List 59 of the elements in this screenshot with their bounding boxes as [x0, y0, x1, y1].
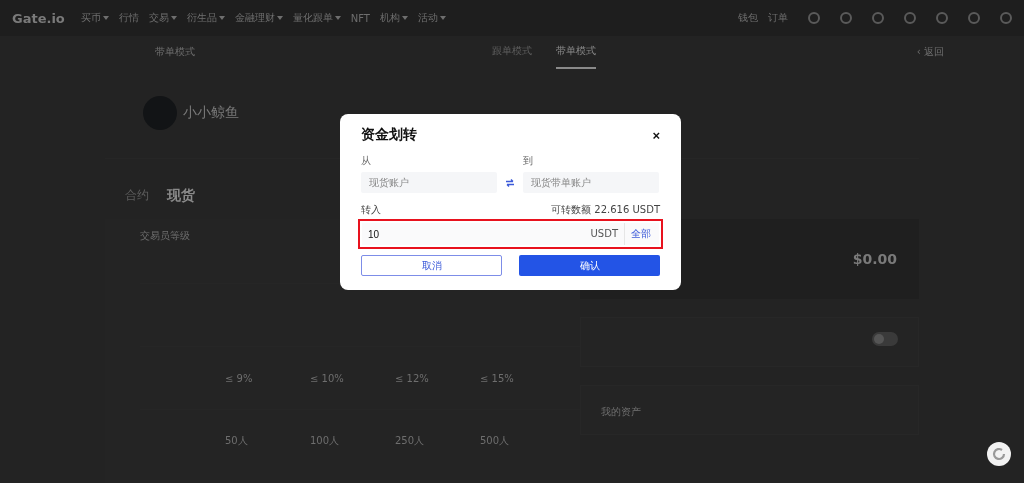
nav-item[interactable]: 钱包 — [738, 11, 758, 25]
dialog-title: 资金划转 — [361, 126, 417, 144]
card-title: 我的资产 — [601, 406, 641, 417]
amount-field[interactable]: 10 — [362, 223, 585, 245]
cancel-button[interactable]: 取消 — [361, 255, 502, 276]
help-button[interactable] — [987, 442, 1011, 466]
currency-label: USDT — [584, 223, 625, 245]
field-label: 到 — [523, 154, 533, 168]
nav-item[interactable]: NFT — [350, 12, 370, 24]
field-label: 转入 — [361, 203, 381, 217]
all-button[interactable]: 全部 — [625, 223, 659, 245]
back-link[interactable]: ‹ 返回 — [916, 45, 944, 59]
table-cell-text: ≤ 15% — [480, 372, 515, 384]
caret-icon — [218, 16, 225, 20]
logo[interactable]: Gate.io — [12, 10, 65, 26]
toolbar-icon[interactable] — [936, 12, 948, 24]
card-title: 交易员等级 — [140, 229, 190, 243]
caret-icon — [276, 16, 283, 20]
user-name: 小小鲸鱼 — [183, 104, 239, 122]
nav-item[interactable]: 量化跟单 — [292, 11, 341, 25]
toggle-switch[interactable] — [872, 332, 898, 346]
table-cell-text: 100人 — [310, 434, 341, 448]
field-label: 从 — [361, 154, 371, 168]
toolbar-icon[interactable] — [840, 12, 852, 24]
balance-amount: $0.00 — [852, 251, 897, 267]
caret-icon — [102, 16, 109, 20]
caret-icon — [334, 16, 341, 20]
toolbar-icon[interactable] — [904, 12, 916, 24]
table-cell-text: ≤ 10% — [310, 372, 345, 384]
nav-item[interactable]: 机构 — [380, 11, 408, 25]
toolbar-icon[interactable] — [968, 12, 980, 24]
toolbar-icon[interactable] — [808, 12, 820, 24]
nav-item[interactable]: 金融理财 — [234, 11, 283, 25]
table-cell-text: 50人 — [225, 434, 249, 448]
confirm-button[interactable]: 确认 — [519, 255, 660, 276]
nav-item[interactable]: 买币 — [80, 11, 109, 25]
nav-item[interactable]: 活动 — [418, 11, 446, 25]
caret-icon — [402, 16, 408, 20]
table-cell-text: ≤ 12% — [395, 372, 430, 384]
market-tab[interactable]: 现货 — [167, 187, 195, 205]
table-cell-text: 500人 — [480, 434, 511, 448]
toolbar-icon[interactable] — [872, 12, 884, 24]
toolbar-icon[interactable] — [1000, 12, 1012, 24]
close-button[interactable]: × — [652, 127, 660, 143]
available-amount: 可转数额 22.616 USDT — [551, 203, 660, 217]
swap-icon[interactable] — [505, 178, 515, 187]
nav-item[interactable]: 交易 — [148, 11, 177, 25]
caret-icon — [440, 16, 446, 20]
mode-tab[interactable]: 带单模式 — [555, 35, 596, 69]
table-cell-text: 250人 — [395, 434, 426, 448]
refresh-icon — [992, 447, 1006, 461]
page-title: 带单模式 — [155, 45, 195, 59]
nav-item[interactable]: 订单 — [768, 11, 788, 25]
nav-item[interactable]: 行情 — [118, 11, 139, 25]
nav-item[interactable]: 衍生品 — [186, 11, 225, 25]
account-select[interactable]: 现货带单账户 — [523, 172, 659, 193]
table-cell-text: ≤ 9% — [225, 372, 254, 384]
caret-icon — [170, 16, 177, 20]
account-select[interactable]: 现货账户 — [361, 172, 497, 193]
